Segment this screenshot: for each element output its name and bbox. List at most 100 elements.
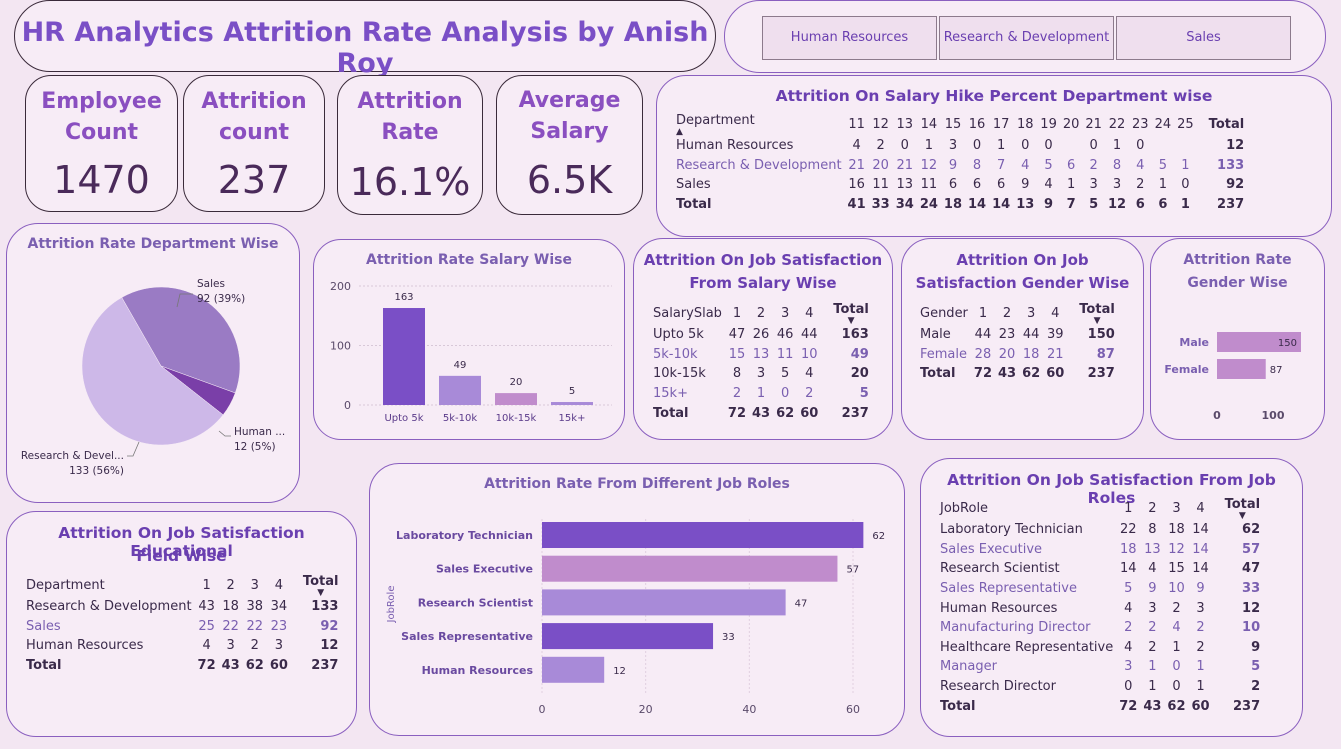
- y-tick-label: Male: [1179, 336, 1209, 349]
- table-cell: 11: [872, 177, 889, 193]
- table-header-cell[interactable]: 11: [845, 113, 869, 136]
- table-cell: 1: [1172, 639, 1181, 655]
- table-header-cell[interactable]: 25: [1174, 113, 1197, 136]
- table-header-cell[interactable]: Total: [1197, 113, 1248, 136]
- table-header-cell[interactable]: 3: [1019, 302, 1043, 325]
- table-header-cell[interactable]: 21: [1082, 113, 1105, 136]
- table-cell: 1: [1148, 679, 1157, 695]
- table-cell: 8: [1112, 157, 1122, 173]
- table-header-cell[interactable]: SalarySlab: [650, 302, 725, 325]
- table-header-cell[interactable]: 3: [243, 574, 267, 597]
- table-header-cell[interactable]: 18: [1013, 113, 1037, 136]
- table-cell: 12: [1226, 138, 1245, 154]
- slicer-human-resources[interactable]: Human Resources: [762, 16, 937, 60]
- table-cell: 9: [1044, 197, 1054, 213]
- data-label: 47: [795, 598, 808, 609]
- table-cell: 0: [1044, 138, 1053, 154]
- table-row: Laboratory Technician 22 8 18 14 62: [937, 520, 1263, 540]
- y-tick-label: Sales Executive: [436, 563, 533, 576]
- table-header-cell[interactable]: 2: [1140, 497, 1164, 520]
- table-header-cell[interactable]: 13: [893, 113, 917, 136]
- table-cell: Total: [920, 366, 956, 382]
- table-cell: Research Director: [940, 679, 1056, 695]
- department-slicer: Human Resources Research & Development S…: [724, 0, 1326, 73]
- table-header-cell[interactable]: Total ▼: [821, 302, 872, 326]
- table-header-cell[interactable]: 23: [1129, 113, 1152, 136]
- table-cell: Research Scientist: [940, 561, 1060, 577]
- slicer-research-development[interactable]: Research & Development: [939, 16, 1114, 60]
- table-header-cell[interactable]: 24: [1152, 113, 1175, 136]
- pie-chart-card: Attrition Rate Department Wise Sales 92 (…: [6, 223, 300, 503]
- table-header-cell[interactable]: 1: [725, 302, 749, 325]
- table-header-cell[interactable]: JobRole: [937, 497, 1116, 520]
- table-header-cell[interactable]: Department ▲: [673, 113, 845, 137]
- table-header-cell[interactable]: Total ▼: [291, 574, 342, 598]
- table-header-cell[interactable]: 17: [989, 113, 1013, 136]
- table-cell: Sales Representative: [940, 581, 1077, 597]
- table-header-cell[interactable]: 22: [1105, 113, 1129, 136]
- table-cell: 3: [948, 138, 958, 154]
- y-axis-label: JobRole: [386, 586, 397, 624]
- table-cell: 237: [841, 405, 869, 421]
- table-cell: Human Resources: [940, 600, 1058, 616]
- table-cell: 5: [859, 386, 869, 402]
- table-cell: 60: [269, 658, 288, 674]
- pie-label-name: Sales: [197, 278, 225, 290]
- table-header-cell[interactable]: Total ▼: [1067, 302, 1118, 326]
- table-header-cell[interactable]: 2: [995, 302, 1019, 325]
- table-header-cell[interactable]: 1: [971, 302, 995, 325]
- table-header-cell[interactable]: 12: [869, 113, 893, 136]
- table-cell: 0: [1172, 679, 1181, 695]
- table-cell: 47: [1242, 561, 1261, 577]
- table-header-cell[interactable]: 2: [749, 302, 773, 325]
- table-header-cell[interactable]: 3: [1164, 497, 1188, 520]
- table-cell: 44: [974, 327, 992, 343]
- y-tick-label: 100: [330, 340, 351, 353]
- table-header-cell[interactable]: Total ▼: [1213, 497, 1264, 521]
- table-cell: 0: [1181, 177, 1190, 193]
- table-header-cell[interactable]: 16: [965, 113, 989, 136]
- table-header-cell[interactable]: 1: [195, 574, 219, 597]
- table-cell: 22: [1120, 522, 1137, 538]
- table-header-cell[interactable]: 3: [773, 302, 797, 325]
- salary-hike-title: Attrition On Salary Hike Percent Departm…: [775, 87, 1213, 105]
- x-tick-label: 100: [1262, 409, 1285, 422]
- table-header-cell[interactable]: 20: [1060, 113, 1083, 136]
- table-cell: 2: [1196, 620, 1205, 636]
- table-cell: 39: [1046, 327, 1064, 343]
- table-cell: 62: [245, 658, 264, 674]
- table-cell: 3: [1124, 659, 1133, 675]
- table-row: Sales 25 22 22 23 92: [23, 617, 341, 637]
- table-cell: 41: [847, 197, 866, 213]
- table-cell: 49: [850, 346, 869, 362]
- table-header-cell[interactable]: 1: [1116, 497, 1140, 520]
- table-row: Research Scientist 14 4 15 14 47: [937, 559, 1263, 579]
- table-header-cell[interactable]: 4: [797, 302, 821, 325]
- x-tick-label: 0: [539, 703, 546, 716]
- table-row: Total 72 43 62 60 237: [23, 656, 341, 676]
- table-cell: 16: [848, 177, 865, 193]
- y-tick-label: Female: [1164, 363, 1209, 376]
- table-header-cell[interactable]: 15: [941, 113, 965, 136]
- table-row: Human Resources 4 2 0 1 3 0 1 0 0 0 1 0 12: [673, 136, 1247, 156]
- kpi-value: 1470: [53, 158, 150, 202]
- gender-bar-chart: Male 150 Female 87 0 100: [1164, 332, 1301, 422]
- table-header-cell[interactable]: Gender: [917, 302, 971, 325]
- table-row: Human Resources 4 3 2 3 12: [23, 636, 341, 656]
- table-cell: 0: [781, 386, 790, 402]
- table-cell: 1: [1066, 177, 1076, 193]
- table-header-cell[interactable]: 2: [219, 574, 243, 597]
- table-cell: 20: [850, 366, 869, 382]
- table-header-cell[interactable]: 4: [267, 574, 291, 597]
- table-header-cell[interactable]: Department: [23, 574, 195, 597]
- kpi-label: Employee: [41, 89, 162, 114]
- table-cell: 18: [1022, 346, 1040, 362]
- table-header-cell[interactable]: 4: [1043, 302, 1067, 325]
- table-header-cell[interactable]: 19: [1037, 113, 1060, 136]
- slicer-sales[interactable]: Sales: [1116, 16, 1291, 60]
- table-header-cell[interactable]: 14: [917, 113, 941, 136]
- table-cell: 5k-10k: [653, 346, 698, 362]
- table-cell: 24: [919, 197, 938, 213]
- table-header-cell[interactable]: 4: [1189, 497, 1213, 520]
- table-cell: 72: [1119, 698, 1138, 714]
